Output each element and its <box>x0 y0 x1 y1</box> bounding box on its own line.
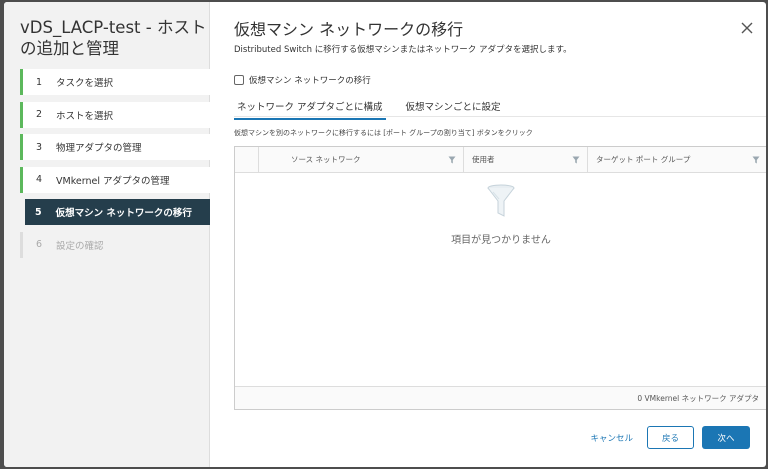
empty-message: 項目が見つかりません <box>451 235 551 246</box>
migrate-vm-networking-checkbox[interactable] <box>234 75 244 85</box>
close-icon[interactable] <box>740 20 754 34</box>
step-label: 物理アダプタの管理 <box>56 143 142 154</box>
wizard-sidebar: vDS_LACP-test - ホストの追加と管理 1 タスクを選択 2 ホスト… <box>4 2 210 467</box>
step-label: 仮想マシン ネットワークの移行 <box>55 208 192 219</box>
assign-port-group-hint: 仮想マシンを別のネットワークに移行するには [ポート グループの割り当て] ボタ… <box>234 129 533 137</box>
step-label: タスクを選択 <box>56 78 114 89</box>
network-adapter-grid: ソース ネットワーク 使用者 ターゲット ポート グループ 項目が見つかりません <box>234 146 766 410</box>
next-button[interactable]: 次へ <box>702 426 750 449</box>
wizard-step-migrate-vm-networking[interactable]: 5 仮想マシン ネットワークの移行 <box>25 199 210 225</box>
wizard-step-select-hosts[interactable]: 2 ホストを選択 <box>20 101 210 128</box>
wizard-steps: 1 タスクを選択 2 ホストを選択 3 物理アダプタの管理 4 VMkernel… <box>20 69 210 264</box>
grid-footer: 0 VMkernel ネットワーク アダプタ <box>235 386 766 409</box>
wizard-step-select-task[interactable]: 1 タスクを選択 <box>20 69 210 95</box>
column-label: ソース ネットワーク <box>291 155 361 164</box>
page-subtitle: Distributed Switch に移行する仮想マシンまたはネットワーク ア… <box>234 45 572 55</box>
wizard-title: vDS_LACP-test - ホストの追加と管理 <box>20 18 207 58</box>
step-number: 4 <box>36 174 43 185</box>
migrate-vm-networking-label: 仮想マシン ネットワークの移行 <box>249 76 371 86</box>
wizard-content: 仮想マシン ネットワークの移行 Distributed Switch に移行する… <box>210 2 766 467</box>
column-source-network[interactable]: ソース ネットワーク <box>259 147 464 172</box>
wizard-step-ready-to-complete: 6 設定の確認 <box>20 231 210 258</box>
grid-select-column <box>235 147 259 172</box>
column-label: 使用者 <box>472 155 495 164</box>
grid-header: ソース ネットワーク 使用者 ターゲット ポート グループ <box>235 147 766 173</box>
migrate-vm-networking-option[interactable]: 仮想マシン ネットワークの移行 <box>234 74 371 86</box>
back-button[interactable]: 戻る <box>647 426 694 449</box>
step-number: 3 <box>36 141 43 153</box>
step-label: VMkernel アダプタの管理 <box>56 175 170 187</box>
filter-icon[interactable] <box>572 156 580 164</box>
wizard-step-physical-adapters[interactable]: 3 物理アダプタの管理 <box>20 134 210 160</box>
filter-icon[interactable] <box>448 156 456 164</box>
column-target-port-group[interactable]: ターゲット ポート グループ <box>588 147 766 172</box>
tabs-divider <box>234 116 766 117</box>
grid-item-count: 0 VMkernel ネットワーク アダプタ <box>637 393 759 403</box>
wizard-step-vmkernel-adapters[interactable]: 4 VMkernel アダプタの管理 <box>20 166 210 193</box>
step-number: 6 <box>36 239 43 250</box>
step-number: 1 <box>36 76 43 88</box>
empty-funnel-icon <box>487 184 515 217</box>
wizard-buttons: キャンセル 戻る 次へ <box>590 426 750 449</box>
column-label: ターゲット ポート グループ <box>596 155 691 164</box>
filter-icon[interactable] <box>752 156 760 164</box>
column-in-use-by[interactable]: 使用者 <box>464 147 588 172</box>
step-label: 設定の確認 <box>56 240 104 252</box>
step-label: ホストを選択 <box>56 110 114 122</box>
step-number: 2 <box>36 109 43 120</box>
step-number: 5 <box>35 206 42 218</box>
cancel-button[interactable]: キャンセル <box>590 432 633 444</box>
page-title: 仮想マシン ネットワークの移行 <box>234 20 464 39</box>
add-manage-hosts-dialog: vDS_LACP-test - ホストの追加と管理 1 タスクを選択 2 ホスト… <box>4 2 766 467</box>
